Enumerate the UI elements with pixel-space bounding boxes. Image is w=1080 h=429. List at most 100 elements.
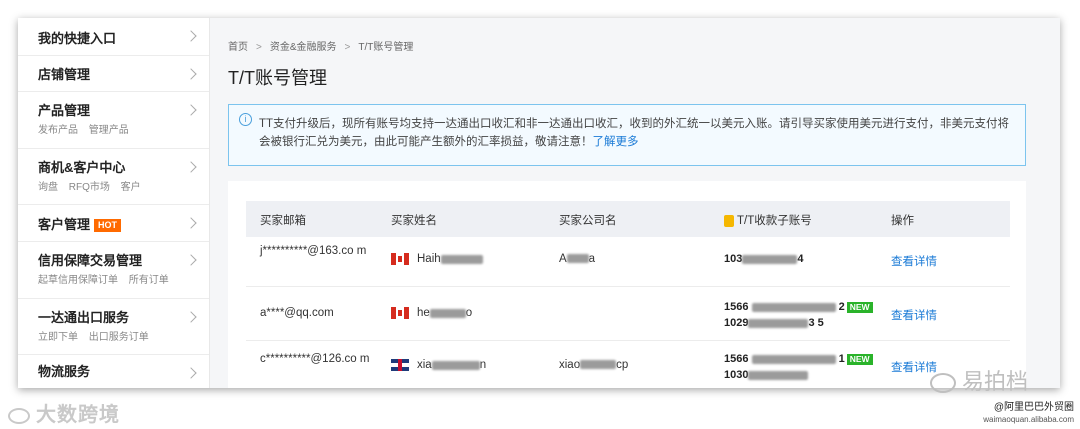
breadcrumb-finance[interactable]: 资金&金融服务: [270, 42, 337, 53]
buyer-name: xia n: [391, 359, 486, 371]
sidebar-sub-export-orders[interactable]: 出口服务订单: [89, 332, 149, 343]
sidebar-sub-publish-product[interactable]: 发布产品: [38, 125, 78, 136]
buyer-name: Haih: [391, 253, 483, 265]
buyer-name: he o: [391, 307, 472, 319]
sidebar-item-store[interactable]: 店铺管理: [18, 56, 209, 92]
redaction-blur: [566, 254, 589, 264]
sidebar-sub-rfq-market[interactable]: RFQ市场: [69, 182, 110, 193]
sidebar-item-label: 一达通出口服务: [38, 310, 130, 325]
account-prefix: 1566: [724, 301, 749, 313]
canada-flag-icon: [391, 307, 409, 319]
buyer-name-text: he: [417, 307, 430, 320]
sub-account: 103 4: [724, 253, 803, 265]
account-prefix: 1566: [724, 353, 749, 365]
redaction-blur: [748, 370, 809, 380]
sidebar-sub-draft-order[interactable]: 起草信用保障订单: [38, 275, 118, 286]
new-badge: NEW: [846, 353, 873, 365]
watermark-source: @阿里巴巴外贸圈: [993, 402, 1074, 413]
redaction-blur: [440, 254, 483, 264]
buyer-name-text: xia: [417, 359, 432, 372]
notice-banner: i TT支付升级后，现所有账号均支持一达通出口收汇和非一达通出口收汇，收到的外汇…: [228, 104, 1026, 166]
column-header-account: T/T收款子账号: [724, 212, 812, 228]
canada-flag-icon: [391, 253, 409, 265]
view-details-link[interactable]: 查看详情: [891, 307, 937, 323]
sub-account: 1566 1 NEW 1030: [724, 351, 873, 383]
breadcrumb-current: T/T账号管理: [358, 42, 414, 53]
info-icon: i: [239, 113, 252, 126]
buyer-company-start: xiao: [559, 359, 581, 371]
sidebar-sub-manage-products[interactable]: 管理产品: [89, 125, 129, 136]
watermark-right-text: 易拍档: [962, 369, 1029, 394]
sidebar-sub-customers[interactable]: 客户: [121, 182, 141, 193]
sidebar-item-products[interactable]: 产品管理 发布产品 管理产品: [18, 92, 209, 149]
buyer-email: c**********@126.co m: [260, 353, 370, 365]
breadcrumb-separator: >: [344, 42, 351, 53]
page-title: T/T账号管理: [228, 68, 327, 88]
account-prefix: 103: [724, 253, 743, 265]
buyer-name-end: n: [479, 359, 487, 372]
sidebar-item-customer-management[interactable]: 客户管理 HOT: [18, 205, 209, 242]
table-row: a****@qq.com he o 1566 2 NEW 1029 3 5 查看详情: [246, 287, 1010, 341]
account-prefix: 1030: [724, 369, 749, 381]
table-header: 买家邮箱 买家姓名 买家公司名 T/T收款子账号 操作: [246, 201, 1010, 237]
buyer-company-end: cp: [616, 359, 629, 371]
account-prefix: 1029: [724, 317, 749, 329]
buyer-company-end: a: [588, 253, 596, 265]
sidebar-sub-all-orders[interactable]: 所有订单: [129, 275, 169, 286]
sidebar: 我的快捷入口 店铺管理 产品管理 发布产品 管理产品 商机&客户中心 询盘 RF…: [18, 18, 210, 388]
sidebar-item-export-service[interactable]: 一达通出口服务 立即下单 出口服务订单: [18, 299, 209, 355]
buyer-email: a****@qq.com: [260, 307, 334, 319]
sidebar-sub-inquiry[interactable]: 询盘: [38, 182, 58, 193]
account-suffix: 2: [838, 301, 845, 313]
watermark-url: waimaoquan.alibaba.com: [983, 415, 1074, 424]
redaction-blur: [751, 302, 836, 312]
sidebar-item-label: 物流服务: [38, 364, 91, 379]
sidebar-item-trade-assurance[interactable]: 信用保障交易管理 起草信用保障订单 所有订单: [18, 242, 209, 299]
new-badge: NEW: [846, 301, 873, 313]
watermark-bottom-right: @阿里巴巴外贸圈 waimaoquan.alibaba.com: [983, 402, 1074, 426]
column-header-email: 买家邮箱: [260, 215, 306, 227]
sidebar-item-label: 我的快捷入口: [38, 31, 117, 46]
column-header-name: 买家姓名: [391, 215, 437, 227]
view-details-link[interactable]: 查看详情: [891, 253, 937, 269]
breadcrumb-separator: >: [256, 42, 262, 53]
redaction-blur: [742, 254, 798, 264]
buyer-company: xiao cp: [559, 359, 628, 371]
sidebar-sub-order-now[interactable]: 立即下单: [38, 332, 78, 343]
sidebar-item-label: 信用保障交易管理: [38, 253, 143, 268]
buyer-company: Aa: [559, 253, 595, 265]
table-row: j**********@163.co m Haih Aa 103 4 查看详情: [246, 237, 1010, 287]
redaction-blur: [431, 360, 480, 370]
buyer-name-text: Haih: [417, 253, 441, 266]
account-suffix: 1: [838, 353, 845, 365]
sidebar-item-label: 产品管理: [38, 103, 91, 118]
redaction-blur: [751, 354, 836, 364]
breadcrumb: 首页 > 资金&金融服务 > T/T账号管理: [228, 38, 413, 53]
watermark-logo-icon: [8, 407, 30, 424]
account-table-card: 买家邮箱 买家姓名 买家公司名 T/T收款子账号 操作 j**********@…: [228, 181, 1026, 388]
learn-more-link[interactable]: 了解更多: [593, 136, 639, 148]
sidebar-item-opportunities[interactable]: 商机&客户中心 询盘 RFQ市场 客户: [18, 149, 209, 205]
redaction-blur: [748, 318, 809, 328]
redaction-blur: [429, 308, 466, 318]
uk-flag-icon: [391, 359, 409, 371]
coin-icon: [724, 214, 734, 227]
watermark-left: 大数跨境: [8, 398, 120, 427]
buyer-company-start: A: [559, 253, 567, 265]
sidebar-item-label: 商机&客户中心: [38, 160, 126, 175]
sidebar-item-shortcuts[interactable]: 我的快捷入口: [18, 18, 209, 56]
sub-account: 1566 2 NEW 1029 3 5: [724, 299, 873, 331]
column-header-action: 操作: [891, 215, 914, 227]
breadcrumb-home[interactable]: 首页: [228, 42, 248, 53]
watermark-right: 易拍档: [930, 364, 1028, 396]
column-header-company: 买家公司名: [559, 215, 617, 227]
watermark-left-text: 大数跨境: [36, 404, 120, 426]
buyer-name-end: o: [465, 307, 473, 320]
redaction-blur: [580, 360, 617, 370]
sidebar-item-logistics[interactable]: 物流服务: [18, 355, 209, 385]
sidebar-item-label: 客户管理: [38, 217, 91, 232]
app-frame: 我的快捷入口 店铺管理 产品管理 发布产品 管理产品 商机&客户中心 询盘 RF…: [18, 18, 1060, 388]
buyer-email: j**********@163.co m: [260, 245, 367, 257]
column-header-account-label: T/T收款子账号: [737, 215, 812, 227]
hot-badge: HOT: [94, 219, 122, 233]
